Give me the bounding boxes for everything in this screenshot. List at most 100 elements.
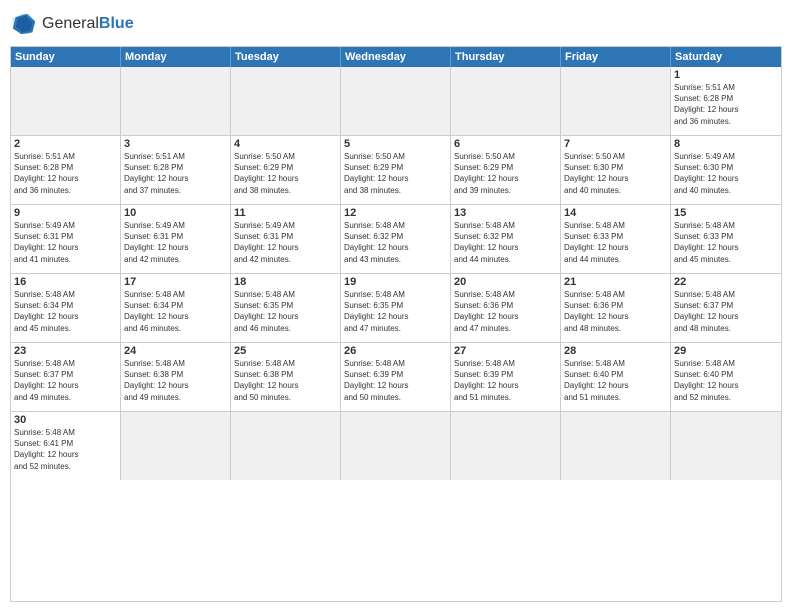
day-info: Sunrise: 5:49 AM Sunset: 6:30 PM Dayligh… <box>674 151 778 196</box>
calendar-cell: 11Sunrise: 5:49 AM Sunset: 6:31 PM Dayli… <box>231 205 341 273</box>
day-info: Sunrise: 5:48 AM Sunset: 6:39 PM Dayligh… <box>454 358 557 403</box>
calendar-cell: 21Sunrise: 5:48 AM Sunset: 6:36 PM Dayli… <box>561 274 671 342</box>
calendar-cell <box>451 67 561 135</box>
day-number: 12 <box>344 207 447 219</box>
calendar-cell: 6Sunrise: 5:50 AM Sunset: 6:29 PM Daylig… <box>451 136 561 204</box>
day-number: 8 <box>674 138 778 150</box>
calendar-cell: 23Sunrise: 5:48 AM Sunset: 6:37 PM Dayli… <box>11 343 121 411</box>
calendar-cell <box>11 67 121 135</box>
calendar-cell <box>561 67 671 135</box>
day-info: Sunrise: 5:48 AM Sunset: 6:34 PM Dayligh… <box>14 289 117 334</box>
calendar-cell: 26Sunrise: 5:48 AM Sunset: 6:39 PM Dayli… <box>341 343 451 411</box>
calendar-cell: 8Sunrise: 5:49 AM Sunset: 6:30 PM Daylig… <box>671 136 781 204</box>
general-blue-icon <box>10 10 38 38</box>
day-info: Sunrise: 5:51 AM Sunset: 6:28 PM Dayligh… <box>14 151 117 196</box>
calendar-cell: 15Sunrise: 5:48 AM Sunset: 6:33 PM Dayli… <box>671 205 781 273</box>
calendar-cell <box>231 67 341 135</box>
day-number: 15 <box>674 207 778 219</box>
weekday-header-monday: Monday <box>121 47 231 67</box>
calendar-cell: 14Sunrise: 5:48 AM Sunset: 6:33 PM Dayli… <box>561 205 671 273</box>
day-info: Sunrise: 5:48 AM Sunset: 6:38 PM Dayligh… <box>124 358 227 403</box>
day-info: Sunrise: 5:50 AM Sunset: 6:30 PM Dayligh… <box>564 151 667 196</box>
day-number: 23 <box>14 345 117 357</box>
day-number: 26 <box>344 345 447 357</box>
day-number: 3 <box>124 138 227 150</box>
calendar-cell: 19Sunrise: 5:48 AM Sunset: 6:35 PM Dayli… <box>341 274 451 342</box>
calendar-row-5: 23Sunrise: 5:48 AM Sunset: 6:37 PM Dayli… <box>11 343 781 412</box>
header: GeneralBlue <box>10 10 782 38</box>
day-number: 30 <box>14 414 117 426</box>
calendar-cell <box>231 412 341 480</box>
calendar-cell: 7Sunrise: 5:50 AM Sunset: 6:30 PM Daylig… <box>561 136 671 204</box>
calendar-cell: 24Sunrise: 5:48 AM Sunset: 6:38 PM Dayli… <box>121 343 231 411</box>
day-info: Sunrise: 5:48 AM Sunset: 6:39 PM Dayligh… <box>344 358 447 403</box>
day-info: Sunrise: 5:48 AM Sunset: 6:34 PM Dayligh… <box>124 289 227 334</box>
calendar-cell: 13Sunrise: 5:48 AM Sunset: 6:32 PM Dayli… <box>451 205 561 273</box>
weekday-header-friday: Friday <box>561 47 671 67</box>
day-number: 1 <box>674 69 778 81</box>
calendar-cell: 4Sunrise: 5:50 AM Sunset: 6:29 PM Daylig… <box>231 136 341 204</box>
day-number: 22 <box>674 276 778 288</box>
day-number: 21 <box>564 276 667 288</box>
calendar: SundayMondayTuesdayWednesdayThursdayFrid… <box>10 46 782 602</box>
calendar-row-2: 2Sunrise: 5:51 AM Sunset: 6:28 PM Daylig… <box>11 136 781 205</box>
calendar-cell <box>451 412 561 480</box>
day-number: 27 <box>454 345 557 357</box>
day-info: Sunrise: 5:48 AM Sunset: 6:35 PM Dayligh… <box>344 289 447 334</box>
weekday-header-wednesday: Wednesday <box>341 47 451 67</box>
calendar-cell <box>341 67 451 135</box>
day-info: Sunrise: 5:48 AM Sunset: 6:35 PM Dayligh… <box>234 289 337 334</box>
calendar-cell: 25Sunrise: 5:48 AM Sunset: 6:38 PM Dayli… <box>231 343 341 411</box>
day-info: Sunrise: 5:48 AM Sunset: 6:36 PM Dayligh… <box>454 289 557 334</box>
day-info: Sunrise: 5:51 AM Sunset: 6:28 PM Dayligh… <box>674 82 778 127</box>
day-number: 13 <box>454 207 557 219</box>
day-info: Sunrise: 5:50 AM Sunset: 6:29 PM Dayligh… <box>234 151 337 196</box>
calendar-cell <box>671 412 781 480</box>
day-info: Sunrise: 5:51 AM Sunset: 6:28 PM Dayligh… <box>124 151 227 196</box>
day-info: Sunrise: 5:48 AM Sunset: 6:40 PM Dayligh… <box>674 358 778 403</box>
day-number: 2 <box>14 138 117 150</box>
calendar-cell: 9Sunrise: 5:49 AM Sunset: 6:31 PM Daylig… <box>11 205 121 273</box>
calendar-cell: 18Sunrise: 5:48 AM Sunset: 6:35 PM Dayli… <box>231 274 341 342</box>
calendar-cell <box>121 412 231 480</box>
calendar-cell: 2Sunrise: 5:51 AM Sunset: 6:28 PM Daylig… <box>11 136 121 204</box>
calendar-cell: 17Sunrise: 5:48 AM Sunset: 6:34 PM Dayli… <box>121 274 231 342</box>
logo-text: GeneralBlue <box>42 15 134 33</box>
day-info: Sunrise: 5:48 AM Sunset: 6:33 PM Dayligh… <box>674 220 778 265</box>
day-number: 14 <box>564 207 667 219</box>
day-info: Sunrise: 5:49 AM Sunset: 6:31 PM Dayligh… <box>234 220 337 265</box>
day-number: 9 <box>14 207 117 219</box>
calendar-body: 1Sunrise: 5:51 AM Sunset: 6:28 PM Daylig… <box>11 67 781 480</box>
day-number: 6 <box>454 138 557 150</box>
calendar-cell: 16Sunrise: 5:48 AM Sunset: 6:34 PM Dayli… <box>11 274 121 342</box>
calendar-row-6: 30Sunrise: 5:48 AM Sunset: 6:41 PM Dayli… <box>11 412 781 480</box>
calendar-cell: 29Sunrise: 5:48 AM Sunset: 6:40 PM Dayli… <box>671 343 781 411</box>
day-number: 4 <box>234 138 337 150</box>
day-number: 10 <box>124 207 227 219</box>
day-number: 17 <box>124 276 227 288</box>
day-number: 25 <box>234 345 337 357</box>
calendar-cell: 20Sunrise: 5:48 AM Sunset: 6:36 PM Dayli… <box>451 274 561 342</box>
logo: GeneralBlue <box>10 10 134 38</box>
weekday-header-tuesday: Tuesday <box>231 47 341 67</box>
day-info: Sunrise: 5:50 AM Sunset: 6:29 PM Dayligh… <box>454 151 557 196</box>
calendar-cell: 22Sunrise: 5:48 AM Sunset: 6:37 PM Dayli… <box>671 274 781 342</box>
day-info: Sunrise: 5:48 AM Sunset: 6:37 PM Dayligh… <box>14 358 117 403</box>
day-info: Sunrise: 5:50 AM Sunset: 6:29 PM Dayligh… <box>344 151 447 196</box>
calendar-cell: 28Sunrise: 5:48 AM Sunset: 6:40 PM Dayli… <box>561 343 671 411</box>
day-number: 18 <box>234 276 337 288</box>
calendar-cell: 12Sunrise: 5:48 AM Sunset: 6:32 PM Dayli… <box>341 205 451 273</box>
day-info: Sunrise: 5:48 AM Sunset: 6:32 PM Dayligh… <box>344 220 447 265</box>
calendar-cell: 27Sunrise: 5:48 AM Sunset: 6:39 PM Dayli… <box>451 343 561 411</box>
day-info: Sunrise: 5:49 AM Sunset: 6:31 PM Dayligh… <box>124 220 227 265</box>
day-info: Sunrise: 5:48 AM Sunset: 6:33 PM Dayligh… <box>564 220 667 265</box>
calendar-cell <box>561 412 671 480</box>
calendar-cell: 5Sunrise: 5:50 AM Sunset: 6:29 PM Daylig… <box>341 136 451 204</box>
weekday-header-saturday: Saturday <box>671 47 781 67</box>
calendar-cell: 1Sunrise: 5:51 AM Sunset: 6:28 PM Daylig… <box>671 67 781 135</box>
day-number: 29 <box>674 345 778 357</box>
day-info: Sunrise: 5:48 AM Sunset: 6:38 PM Dayligh… <box>234 358 337 403</box>
calendar-cell: 3Sunrise: 5:51 AM Sunset: 6:28 PM Daylig… <box>121 136 231 204</box>
calendar-cell: 10Sunrise: 5:49 AM Sunset: 6:31 PM Dayli… <box>121 205 231 273</box>
day-number: 20 <box>454 276 557 288</box>
